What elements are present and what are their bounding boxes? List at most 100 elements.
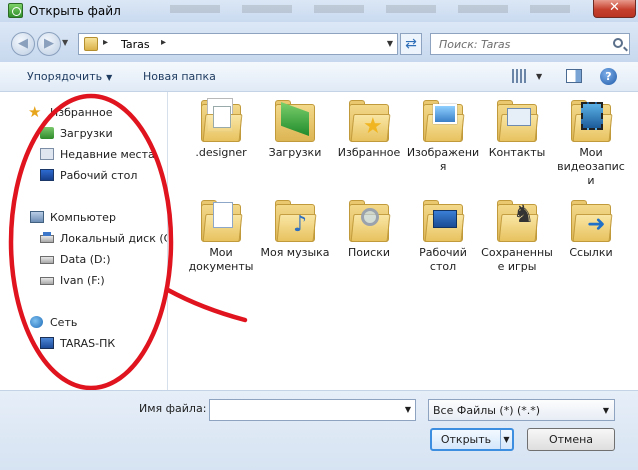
folder-label: Поиски bbox=[348, 246, 390, 259]
navigation-pane: ★ Избранное Загрузки Недавние места Рабо… bbox=[10, 92, 168, 390]
folder-label: Загрузки bbox=[268, 146, 322, 159]
recent-places-icon bbox=[40, 148, 54, 160]
folder-label: Ссылки bbox=[569, 246, 613, 259]
folder-games-icon: ♞ bbox=[497, 198, 539, 242]
filename-input[interactable]: ▼ bbox=[209, 399, 416, 421]
refresh-button[interactable]: ⇄ bbox=[400, 33, 422, 55]
folder-item[interactable]: Мои видеозаписи bbox=[554, 98, 628, 188]
address-dropdown-icon[interactable]: ▼ bbox=[387, 39, 393, 48]
preview-pane-icon[interactable] bbox=[566, 69, 582, 83]
navigation-bar: ◀ ▶ ▼ ▸ Taras ▸ ▼ ⇄ Поиск: Taras bbox=[0, 22, 638, 62]
folder-label: .designer bbox=[195, 146, 247, 159]
chevron-down-icon: ▼ bbox=[602, 406, 609, 415]
folder-item[interactable]: Рабочий стол bbox=[406, 198, 480, 274]
title-bar: Открыть файл ✕ bbox=[0, 0, 638, 22]
folder-downloads-icon bbox=[275, 98, 315, 142]
file-list: .designer Загрузки ★ Избранное Изображен… bbox=[168, 92, 638, 390]
history-dropdown-icon[interactable]: ▼ bbox=[62, 38, 68, 47]
cancel-button-label: Отмена bbox=[548, 433, 594, 446]
folder-documents-icon bbox=[201, 198, 243, 242]
folder-document-icon bbox=[201, 98, 243, 142]
desktop-icon bbox=[40, 169, 54, 181]
breadcrumb-separator-icon[interactable]: ▸ bbox=[161, 37, 166, 48]
folder-item[interactable]: ➜ Ссылки bbox=[554, 198, 628, 260]
chevron-down-icon[interactable]: ▼ bbox=[405, 405, 411, 414]
back-button[interactable]: ◀ bbox=[11, 32, 35, 56]
folder-label: Избранное bbox=[337, 146, 401, 159]
file-type-value: Все Файлы (*) (*.*) bbox=[433, 404, 541, 417]
refresh-icon: ⇄ bbox=[405, 36, 417, 52]
drive-icon bbox=[40, 277, 54, 285]
system-drive-icon bbox=[40, 232, 54, 243]
file-name-panel: Имя файла: ▼ Все Файлы (*) (*.*) ▼ Откры… bbox=[0, 390, 638, 470]
back-arrow-icon: ◀ bbox=[18, 36, 28, 51]
star-icon: ★ bbox=[28, 103, 42, 121]
folder-label: Моя музыка bbox=[260, 246, 330, 259]
close-button[interactable]: ✕ bbox=[593, 0, 636, 18]
folder-item[interactable]: Поиски bbox=[332, 198, 406, 260]
sidebar-item-label: Ivan (F:) bbox=[60, 274, 105, 287]
cancel-button[interactable]: Отмена bbox=[527, 428, 615, 451]
pc-icon bbox=[40, 337, 54, 349]
view-dropdown-icon[interactable]: ▼ bbox=[536, 72, 542, 81]
breadcrumb-separator-icon[interactable]: ▸ bbox=[103, 37, 108, 48]
folder-item[interactable]: Загрузки bbox=[258, 98, 332, 160]
folder-label: Сохраненные игры bbox=[481, 246, 553, 273]
open-button-label: Открыть bbox=[440, 433, 492, 446]
sidebar-item-label: Сеть bbox=[50, 316, 78, 329]
downloads-icon bbox=[40, 127, 54, 139]
sidebar-item-label: TARAS-ПК bbox=[60, 337, 116, 350]
folder-label: Контакты bbox=[488, 146, 546, 159]
computer-icon bbox=[30, 211, 44, 223]
close-icon: ✕ bbox=[609, 0, 620, 15]
forward-arrow-icon: ▶ bbox=[44, 36, 54, 51]
folder-music-icon: ♪ bbox=[275, 198, 317, 242]
blurred-menu-background bbox=[170, 5, 570, 13]
chevron-down-icon: ▼ bbox=[106, 73, 113, 82]
folder-label: Мои документы bbox=[188, 246, 254, 273]
sidebar-item-label: Недавние места bbox=[60, 148, 155, 161]
file-type-select[interactable]: Все Файлы (*) (*.*) ▼ bbox=[428, 399, 615, 421]
folder-favorites-icon: ★ bbox=[349, 98, 391, 142]
drive-icon bbox=[40, 256, 54, 264]
folder-label: Рабочий стол bbox=[419, 246, 467, 273]
folder-item[interactable]: .designer bbox=[184, 98, 258, 160]
help-icon[interactable]: ? bbox=[600, 68, 617, 85]
app-icon bbox=[8, 3, 23, 18]
folder-item[interactable]: ★ Избранное bbox=[332, 98, 406, 160]
sidebar-item-label: Data (D:) bbox=[60, 253, 111, 266]
folder-searches-icon bbox=[349, 198, 391, 242]
filename-label: Имя файла: bbox=[139, 402, 207, 415]
breadcrumb-item[interactable]: Taras bbox=[121, 38, 150, 51]
folder-item[interactable]: Контакты bbox=[480, 98, 554, 160]
folder-videos-icon bbox=[571, 98, 613, 142]
search-icon[interactable] bbox=[613, 38, 623, 48]
organize-menu-button[interactable]: Упорядочить ▼ bbox=[27, 70, 112, 83]
folder-label: Мои видеозаписи bbox=[557, 146, 625, 187]
folder-links-icon: ➜ bbox=[571, 198, 613, 242]
folder-icon bbox=[84, 37, 98, 51]
folder-item[interactable]: ♞ Сохраненные игры bbox=[480, 198, 554, 274]
network-icon bbox=[30, 316, 43, 328]
sidebar-item-label: Компьютер bbox=[50, 211, 116, 224]
forward-button[interactable]: ▶ bbox=[37, 32, 61, 56]
folder-desktop-icon bbox=[423, 198, 465, 242]
sidebar-item-label: Рабочий стол bbox=[60, 169, 138, 182]
folder-item[interactable]: Мои документы bbox=[184, 198, 258, 274]
open-options-dropdown-icon[interactable]: ▼ bbox=[500, 430, 512, 449]
new-folder-button[interactable]: Новая папка bbox=[143, 70, 216, 83]
window-title: Открыть файл bbox=[29, 4, 121, 18]
sidebar-item-label: Загрузки bbox=[60, 127, 113, 140]
search-box[interactable]: Поиск: Taras bbox=[430, 33, 630, 55]
folder-item[interactable]: ♪ Моя музыка bbox=[258, 198, 332, 260]
folder-item[interactable]: Изображения bbox=[406, 98, 480, 174]
folder-contacts-icon bbox=[497, 98, 539, 142]
command-toolbar: Упорядочить ▼ Новая папка ▼ ? bbox=[0, 62, 638, 92]
sidebar-item-label: Локальный диск (C bbox=[60, 232, 168, 245]
address-bar[interactable]: ▸ Taras ▸ ▼ bbox=[78, 33, 398, 55]
open-button[interactable]: Открыть ▼ bbox=[430, 428, 514, 451]
search-placeholder: Поиск: Taras bbox=[439, 38, 511, 51]
folder-label: Изображения bbox=[406, 146, 480, 173]
folder-pictures-icon bbox=[423, 98, 465, 142]
view-options-icon[interactable] bbox=[512, 69, 526, 83]
